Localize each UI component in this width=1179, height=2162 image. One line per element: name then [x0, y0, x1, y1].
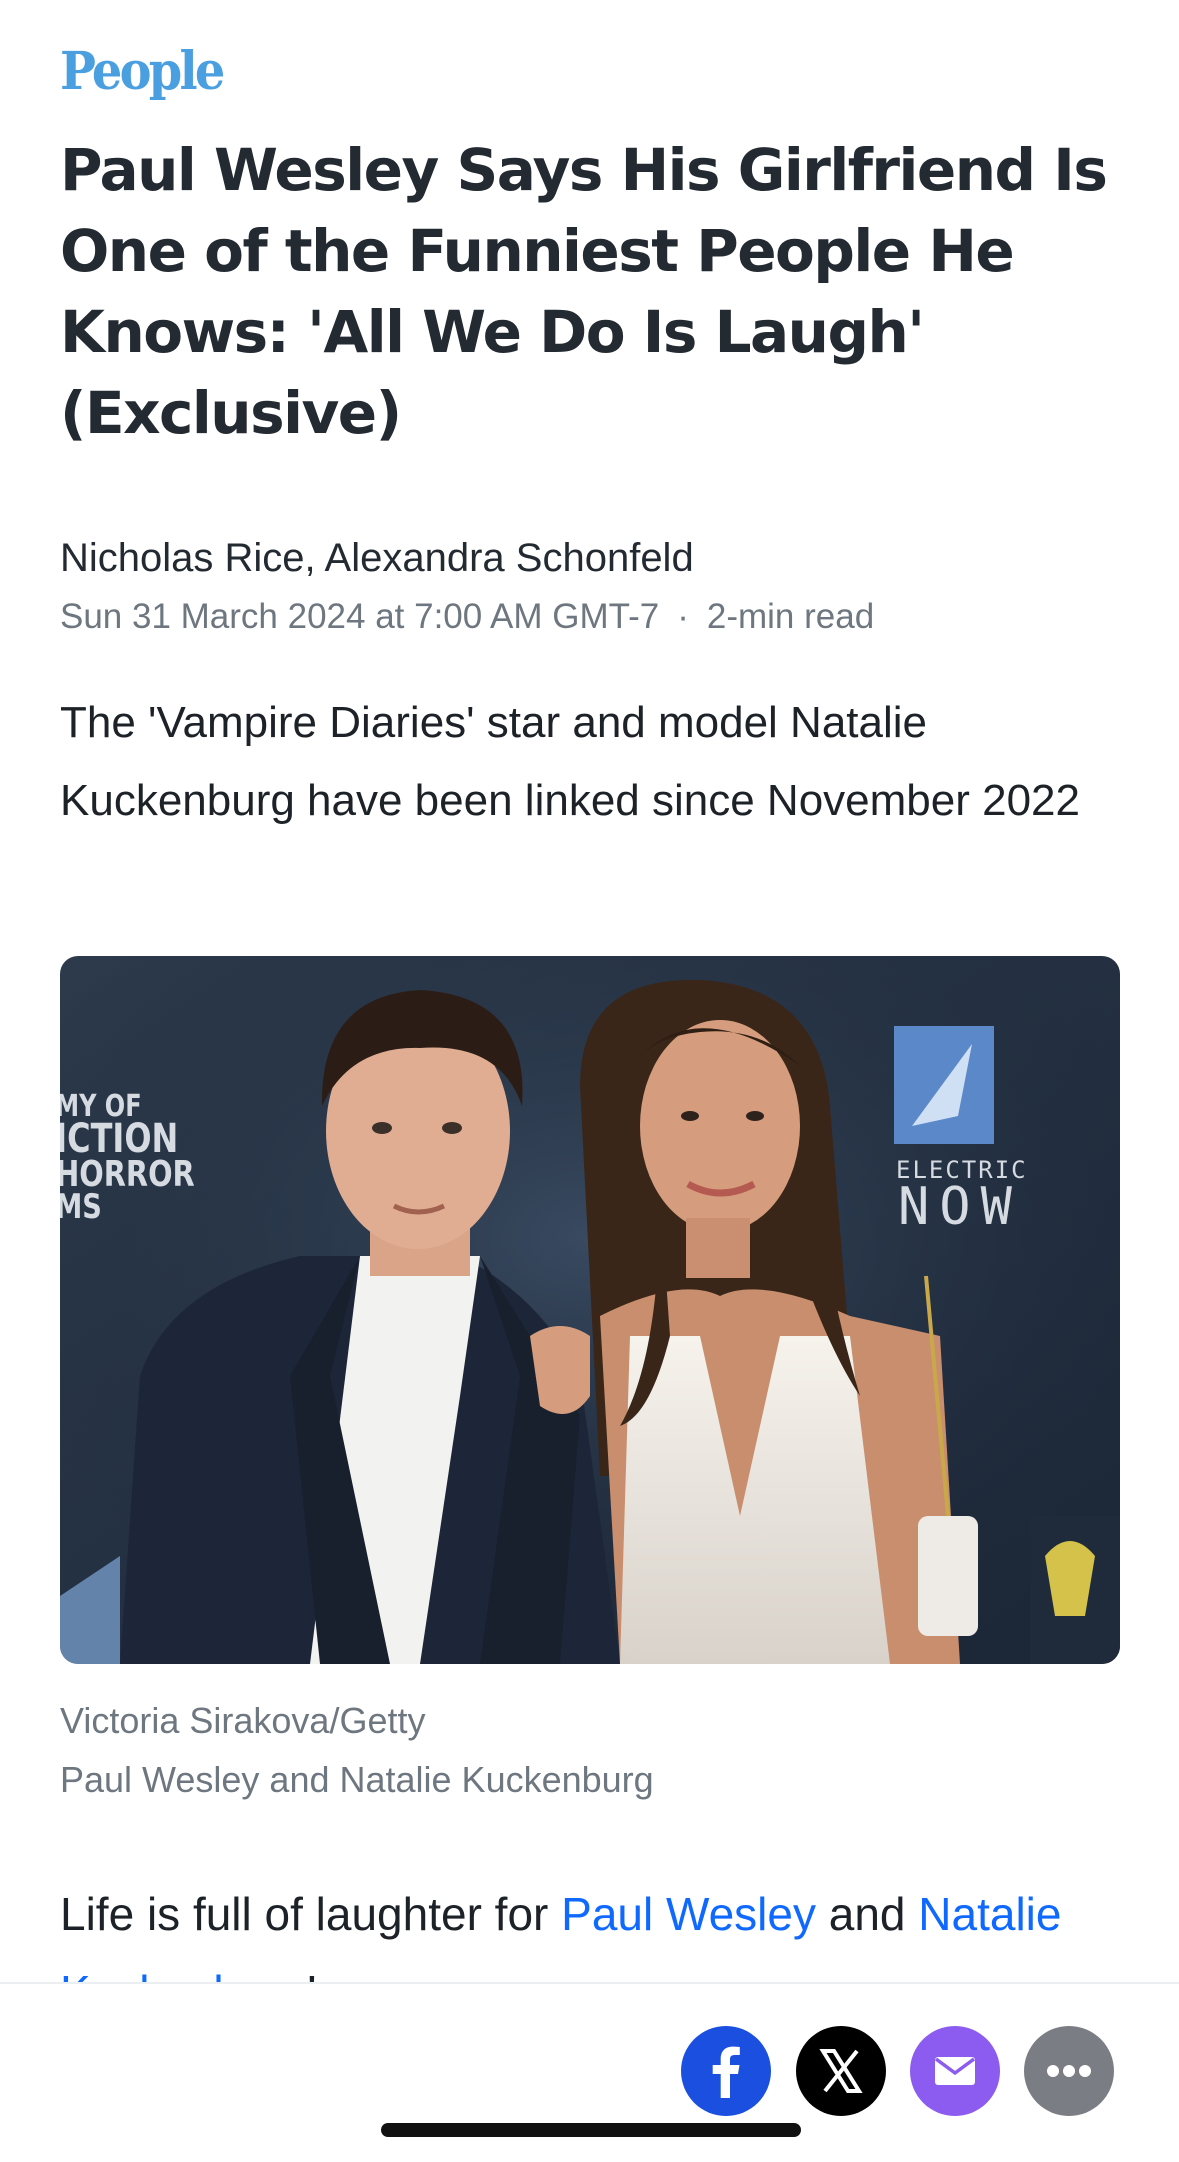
article-authors[interactable]: Nicholas Rice, Alexandra Schonfeld [60, 535, 694, 581]
body-text-prefix: Life is full of laughter for [60, 1888, 562, 1940]
publish-date: Sun 31 March 2024 at 7:00 AM GMT-7 [60, 597, 660, 636]
x-icon [819, 2049, 863, 2093]
read-time: 2-min read [706, 597, 875, 636]
mail-icon [934, 2057, 976, 2085]
image-caption: Paul Wesley and Natalie Kuckenburg [60, 1759, 654, 1800]
hero-image[interactable]: MY OF ICTION HORROR MS ELECTRIC NOW [60, 956, 1120, 1664]
article-page: People Paul Wesley Says His Girlfriend I… [0, 0, 1179, 2162]
home-indicator[interactable] [381, 2123, 801, 2137]
email-share-button[interactable] [910, 2026, 1000, 2116]
more-icon [1047, 2065, 1091, 2077]
people-logo[interactable]: People [60, 42, 225, 102]
facebook-icon [712, 2046, 740, 2098]
svg-text:MS: MS [60, 1187, 102, 1227]
article-summary: The 'Vampire Diaries' star and model Nat… [60, 698, 1080, 825]
svg-text:NOW: NOW [898, 1177, 1022, 1237]
x-share-button[interactable] [796, 2026, 886, 2116]
facebook-share-button[interactable] [681, 2026, 771, 2116]
more-share-button[interactable] [1024, 2026, 1114, 2116]
paul-wesley-link[interactable]: Paul Wesley [561, 1888, 816, 1940]
hero-photo: MY OF ICTION HORROR MS ELECTRIC NOW [60, 956, 1120, 1664]
image-credit: Victoria Sirakova/Getty [60, 1700, 426, 1741]
article-meta: Sun 31 March 2024 at 7:00 AM GMT-7 · 2-min… [60, 596, 874, 638]
body-text-middle: and [815, 1888, 919, 1940]
meta-separator: · [677, 597, 689, 636]
article-headline: Paul Wesley Says His Girlfriend Is One o… [60, 136, 1108, 447]
